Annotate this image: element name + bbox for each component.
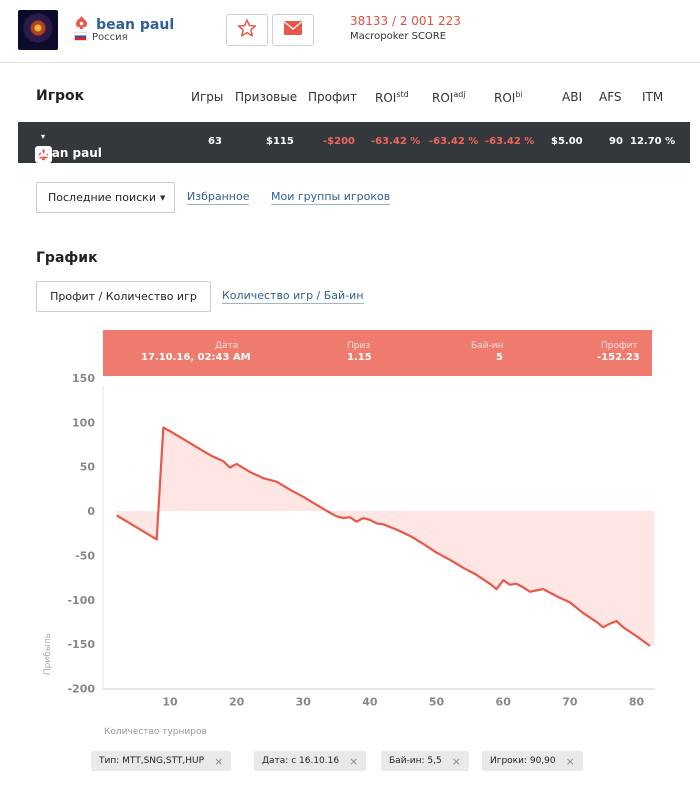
row-player-name: bean paul — [35, 146, 102, 160]
filter-buyin-label: Бай-ин: 5,5 — [389, 756, 442, 766]
tooltip-prize-value: 1.15 — [347, 352, 372, 363]
y-tick-label: 100 — [72, 416, 95, 429]
player-header: bean paul Россия 38133 / 2 001 223 Macro… — [0, 0, 700, 64]
star-icon — [237, 18, 257, 42]
tab-profit-games[interactable]: Профит / Количество игр — [36, 281, 211, 312]
row-games: 63 — [208, 136, 222, 147]
row-roi-std: -63.42 % — [371, 136, 421, 147]
y-tick-label: 0 — [87, 505, 95, 518]
col-abi[interactable]: ABI — [562, 90, 582, 104]
row-profit: -$200 — [323, 136, 355, 147]
col-itm[interactable]: ITM — [642, 90, 663, 104]
col-afs[interactable]: AFS — [599, 90, 622, 104]
filter-chip-date: Дата: с 16.10.16 × — [254, 751, 367, 771]
score-label: Macropoker SCORE — [350, 31, 447, 42]
close-icon[interactable]: × — [452, 755, 461, 768]
area-fill — [116, 427, 655, 646]
russia-flag-icon — [74, 32, 87, 41]
profit-chart[interactable]: 150 100 50 0 -50 -100 -150 -200 10 20 30 40 50 60 70 80… — [0, 320, 700, 740]
recent-searches-dropdown[interactable]: Последние поиски ▼ — [36, 182, 175, 213]
player-name[interactable]: bean paul — [96, 17, 174, 33]
col-roi-bi[interactable]: ROIbi — [494, 90, 523, 105]
filter-chip-type: Тип: MTT,SNG,STT,HUP × — [91, 751, 232, 771]
col-roi-adj[interactable]: ROIadj — [432, 90, 466, 105]
col-player: Игрок — [36, 88, 85, 104]
col-roi-adj-label: ROI — [432, 91, 454, 105]
filter-chip-buyin: Бай-ин: 5,5 × — [381, 751, 469, 771]
y-tick-label: -150 — [67, 638, 95, 651]
row-afs: 90 — [609, 136, 623, 147]
col-roi-bi-sup: bi — [515, 90, 523, 99]
x-tick-label: 60 — [496, 696, 512, 709]
message-button[interactable] — [272, 14, 314, 46]
col-games[interactable]: Игры — [191, 90, 223, 104]
tooltip-prize-label: Приз — [347, 341, 371, 351]
col-roi-std[interactable]: ROIstd — [375, 90, 409, 105]
tooltip-date-label: Дата — [215, 341, 239, 351]
col-roi-adj-sup: adj — [453, 90, 466, 99]
y-tick-label: 150 — [72, 372, 95, 385]
tooltip-date-value: 17.10.16, 02:43 AM — [141, 352, 251, 363]
col-profit[interactable]: Профит — [308, 90, 357, 104]
filter-type-label: Тип: MTT,SNG,STT,HUP — [99, 756, 205, 766]
x-tick-label: 70 — [562, 696, 578, 709]
y-tick-label: 50 — [80, 461, 96, 474]
row-prizes: $115 — [266, 136, 294, 147]
x-tick-label: 10 — [162, 696, 178, 709]
chart-section-title: График — [36, 250, 98, 266]
player-groups-link[interactable]: Мои группы игроков — [271, 190, 391, 205]
filter-chip-players: Игроки: 90,90 × — [482, 751, 583, 771]
x-tick-label: 30 — [296, 696, 312, 709]
tooltip-profit-label: Профит — [601, 341, 638, 351]
close-icon[interactable]: × — [349, 755, 358, 768]
x-tick-label: 50 — [429, 696, 445, 709]
row-abi: $5.00 — [551, 136, 583, 147]
chevron-down-icon[interactable]: ▾ — [41, 132, 45, 141]
x-tick-label: 40 — [362, 696, 378, 709]
x-tick-label: 20 — [229, 696, 245, 709]
tooltip-buyin-label: Бай-ин — [471, 341, 504, 351]
stats-table-header: Игрок Игры Призовые Профит ROIstd ROIadj… — [18, 88, 690, 108]
close-icon[interactable]: × — [566, 755, 575, 768]
y-tick-label: -50 — [75, 549, 95, 562]
tooltip-profit-value: -152.23 — [597, 352, 640, 363]
country-label: Россия — [92, 32, 128, 43]
filter-players-label: Игроки: 90,90 — [490, 756, 556, 766]
player-title: bean paul — [74, 14, 174, 34]
player-country: Россия — [74, 32, 128, 43]
chart-tooltip: Дата 17.10.16, 02:43 AM Приз 1.15 Бай-ин… — [103, 330, 652, 376]
row-itm: 12.70 % — [630, 136, 676, 147]
table-row: bean paul ▾ 63 $115 -$200 -63.42 % -63.4… — [18, 122, 690, 163]
col-roi-std-sup: std — [396, 90, 409, 99]
caret-down-icon: ▼ — [159, 193, 166, 202]
header-divider — [0, 62, 700, 63]
envelope-icon — [283, 20, 303, 40]
row-roi-adj: -63.42 % — [429, 136, 479, 147]
col-roi-std-label: ROI — [375, 91, 397, 105]
col-prizes[interactable]: Призовые — [235, 90, 297, 104]
row-player[interactable]: bean paul ▾ — [35, 132, 102, 163]
score-block: 38133 / 2 001 223 Macropoker SCORE — [350, 14, 461, 42]
y-axis-title: Прибыль — [43, 633, 53, 675]
favorites-link[interactable]: Избранное — [187, 190, 250, 205]
favorite-button[interactable] — [226, 14, 268, 46]
tooltip-buyin-value: 5 — [496, 352, 503, 363]
score-value: 38133 / 2 001 223 — [350, 14, 461, 28]
tab-games-buyin[interactable]: Количество игр / Бай-ин — [222, 289, 364, 304]
col-roi-bi-label: ROI — [494, 91, 516, 105]
row-roi-bi: -63.42 % — [485, 136, 535, 147]
x-axis-title: Количество турниров — [104, 727, 207, 737]
recent-searches-label: Последние поиски — [48, 191, 156, 204]
close-icon[interactable]: × — [214, 755, 223, 768]
avatar[interactable] — [18, 10, 58, 50]
x-tick-label: 80 — [629, 696, 645, 709]
filter-date-label: Дата: с 16.10.16 — [262, 756, 340, 766]
y-tick-label: -200 — [67, 683, 95, 696]
y-tick-label: -100 — [67, 594, 95, 607]
